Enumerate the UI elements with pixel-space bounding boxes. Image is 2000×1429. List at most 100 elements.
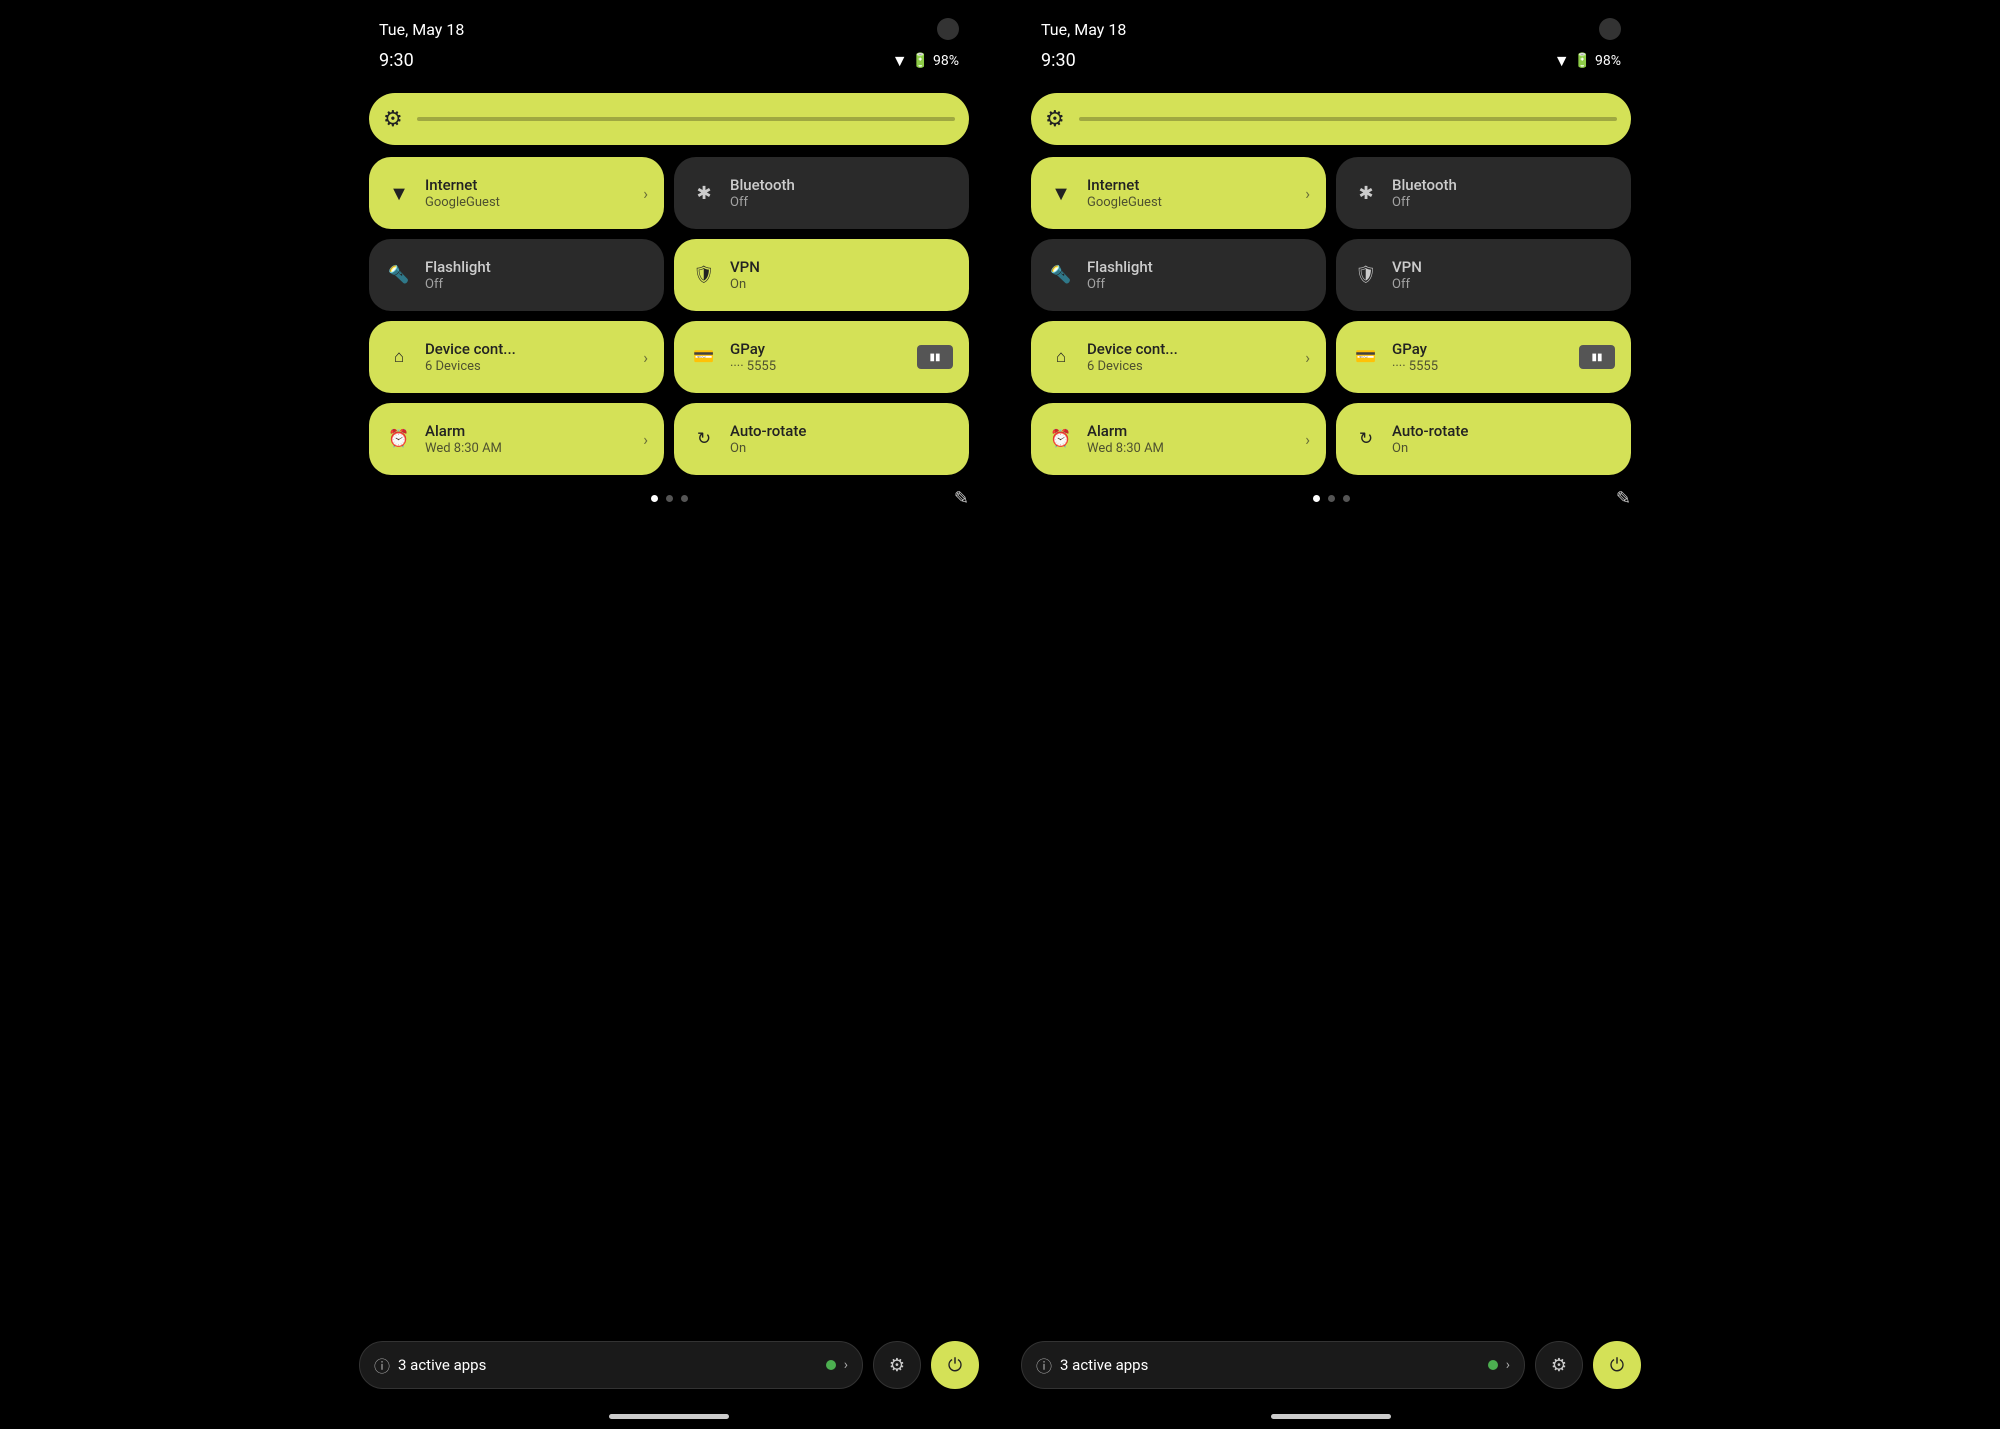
right-internet-title: Internet bbox=[1087, 176, 1293, 194]
left-settings-button[interactable]: ⚙ bbox=[873, 1341, 921, 1389]
right-brightness-icon: ⚙ bbox=[1045, 107, 1065, 132]
left-internet-title: Internet bbox=[425, 176, 631, 194]
right-internet-chevron: › bbox=[1305, 184, 1310, 203]
left-green-dot bbox=[826, 1360, 836, 1370]
right-time: 9:30 bbox=[1041, 50, 1076, 71]
right-vpn-title: VPN bbox=[1392, 258, 1615, 276]
left-vpn-tile-icon: 🛡 bbox=[690, 265, 718, 285]
right-power-button[interactable]: ⏻ bbox=[1593, 1341, 1641, 1389]
left-flashlight-title: Flashlight bbox=[425, 258, 648, 276]
left-bluetooth-title: Bluetooth bbox=[730, 176, 953, 194]
left-alarm-subtitle: Wed 8:30 AM bbox=[425, 441, 631, 456]
left-pagination: ✎ bbox=[369, 485, 969, 510]
right-vpn-subtitle: Off bbox=[1392, 277, 1615, 292]
right-battery-text: 98% bbox=[1595, 53, 1621, 69]
left-tile-vpn[interactable]: 🛡 VPN On bbox=[674, 239, 969, 311]
right-wifi-icon: ▼ bbox=[1554, 51, 1570, 71]
left-active-apps-pill[interactable]: ⓘ 3 active apps › bbox=[359, 1341, 863, 1389]
right-alarm-chevron: › bbox=[1305, 430, 1310, 449]
right-device-tile-icon: ⌂ bbox=[1047, 347, 1075, 367]
left-flashlight-subtitle: Off bbox=[425, 277, 648, 292]
right-dot-3 bbox=[1343, 495, 1350, 502]
right-autorotate-tile-icon: ↻ bbox=[1352, 429, 1380, 449]
right-info-icon: ⓘ bbox=[1036, 1353, 1052, 1377]
left-brightness-bar[interactable]: ⚙ bbox=[369, 93, 969, 145]
left-time: 9:30 bbox=[379, 50, 414, 71]
right-camera-dot bbox=[1599, 18, 1621, 40]
right-device-subtitle: 6 Devices bbox=[1087, 359, 1293, 374]
left-power-button[interactable]: ⏻ bbox=[931, 1341, 979, 1389]
left-tile-gpay[interactable]: 💳 GPay ···· 5555 ▮▮ bbox=[674, 321, 969, 393]
left-tile-alarm[interactable]: ⏰ Alarm Wed 8:30 AM › bbox=[369, 403, 664, 475]
left-tiles-grid: ▼ Internet GoogleGuest › ✱ Bluetooth Off… bbox=[369, 157, 969, 475]
right-tiles-grid: ▼ Internet GoogleGuest › ✱ Bluetooth Off… bbox=[1031, 157, 1631, 475]
right-tile-autorotate[interactable]: ↻ Auto-rotate On bbox=[1336, 403, 1631, 475]
right-alarm-tile-icon: ⏰ bbox=[1047, 429, 1075, 449]
right-phone-screen: Tue, May 18 9:30 ▼ 🔋 98% ⚙ ▼ Internet Go… bbox=[1001, 0, 1661, 1429]
right-gpay-subtitle: ···· 5555 bbox=[1392, 359, 1567, 374]
left-flashlight-tile-icon: 🔦 bbox=[385, 265, 413, 285]
left-vpn-subtitle: On bbox=[730, 277, 953, 292]
left-wifi-icon: ▼ bbox=[892, 51, 908, 71]
left-gpay-tile-icon: 💳 bbox=[690, 347, 718, 367]
right-gpay-tile-icon: 💳 bbox=[1352, 347, 1380, 367]
right-settings-button[interactable]: ⚙ bbox=[1535, 1341, 1583, 1389]
left-dot-3 bbox=[681, 495, 688, 502]
right-tile-internet[interactable]: ▼ Internet GoogleGuest › bbox=[1031, 157, 1326, 229]
right-status-icons: ▼ 🔋 98% bbox=[1554, 51, 1621, 71]
left-alarm-title: Alarm bbox=[425, 422, 631, 440]
right-status-bar: Tue, May 18 bbox=[1031, 0, 1631, 44]
left-tile-flashlight[interactable]: 🔦 Flashlight Off bbox=[369, 239, 664, 311]
left-battery-icon: 🔋 bbox=[912, 53, 929, 69]
right-internet-subtitle: GoogleGuest bbox=[1087, 195, 1293, 210]
left-gpay-subtitle: ···· 5555 bbox=[730, 359, 905, 374]
left-gpay-title: GPay bbox=[730, 340, 905, 358]
left-tile-device-control[interactable]: ⌂ Device cont... 6 Devices › bbox=[369, 321, 664, 393]
left-device-subtitle: 6 Devices bbox=[425, 359, 631, 374]
left-brightness-track[interactable] bbox=[417, 117, 955, 121]
right-active-apps-text: 3 active apps bbox=[1060, 1356, 1480, 1374]
left-wifi-tile-icon: ▼ bbox=[385, 181, 413, 206]
right-device-chevron: › bbox=[1305, 348, 1310, 367]
right-edit-icon[interactable]: ✎ bbox=[1616, 488, 1631, 509]
left-dot-1 bbox=[651, 495, 658, 502]
right-tile-flashlight[interactable]: 🔦 Flashlight Off bbox=[1031, 239, 1326, 311]
left-gpay-card-icon: ▮▮ bbox=[917, 345, 953, 369]
right-settings-icon: ⚙ bbox=[1551, 1355, 1567, 1376]
right-tile-device-control[interactable]: ⌂ Device cont... 6 Devices › bbox=[1031, 321, 1326, 393]
right-dot-2 bbox=[1328, 495, 1335, 502]
right-device-title: Device cont... bbox=[1087, 340, 1293, 358]
right-active-apps-pill[interactable]: ⓘ 3 active apps › bbox=[1021, 1341, 1525, 1389]
left-home-indicator bbox=[609, 1414, 729, 1419]
right-status-date: Tue, May 18 bbox=[1041, 20, 1126, 39]
right-brightness-bar[interactable]: ⚙ bbox=[1031, 93, 1631, 145]
left-bluetooth-subtitle: Off bbox=[730, 195, 953, 210]
left-info-icon: ⓘ bbox=[374, 1353, 390, 1377]
right-pagination: ✎ bbox=[1031, 485, 1631, 510]
left-edit-icon[interactable]: ✎ bbox=[954, 488, 969, 509]
left-autorotate-title: Auto-rotate bbox=[730, 422, 953, 440]
left-tile-bluetooth[interactable]: ✱ Bluetooth Off bbox=[674, 157, 969, 229]
right-time-row: 9:30 ▼ 🔋 98% bbox=[1031, 44, 1631, 85]
right-bottom-bar: ⓘ 3 active apps › ⚙ ⏻ bbox=[1001, 1341, 1661, 1389]
right-home-indicator bbox=[1271, 1414, 1391, 1419]
right-battery-icon: 🔋 bbox=[1574, 53, 1591, 69]
left-battery-text: 98% bbox=[933, 53, 959, 69]
right-tile-alarm[interactable]: ⏰ Alarm Wed 8:30 AM › bbox=[1031, 403, 1326, 475]
right-brightness-track[interactable] bbox=[1079, 117, 1617, 121]
left-autorotate-tile-icon: ↻ bbox=[690, 429, 718, 449]
right-tile-gpay[interactable]: 💳 GPay ···· 5555 ▮▮ bbox=[1336, 321, 1631, 393]
right-tile-bluetooth[interactable]: ✱ Bluetooth Off bbox=[1336, 157, 1631, 229]
left-device-tile-icon: ⌂ bbox=[385, 347, 413, 367]
left-tile-internet[interactable]: ▼ Internet GoogleGuest › bbox=[369, 157, 664, 229]
right-dot-1 bbox=[1313, 495, 1320, 502]
left-settings-icon: ⚙ bbox=[889, 1355, 905, 1376]
left-tile-autorotate[interactable]: ↻ Auto-rotate On bbox=[674, 403, 969, 475]
left-power-icon: ⏻ bbox=[948, 1355, 962, 1376]
left-autorotate-subtitle: On bbox=[730, 441, 953, 456]
left-internet-chevron: › bbox=[643, 184, 648, 203]
right-tile-vpn[interactable]: 🛡 VPN Off bbox=[1336, 239, 1631, 311]
right-flashlight-title: Flashlight bbox=[1087, 258, 1310, 276]
left-alarm-chevron: › bbox=[643, 430, 648, 449]
right-green-dot bbox=[1488, 1360, 1498, 1370]
